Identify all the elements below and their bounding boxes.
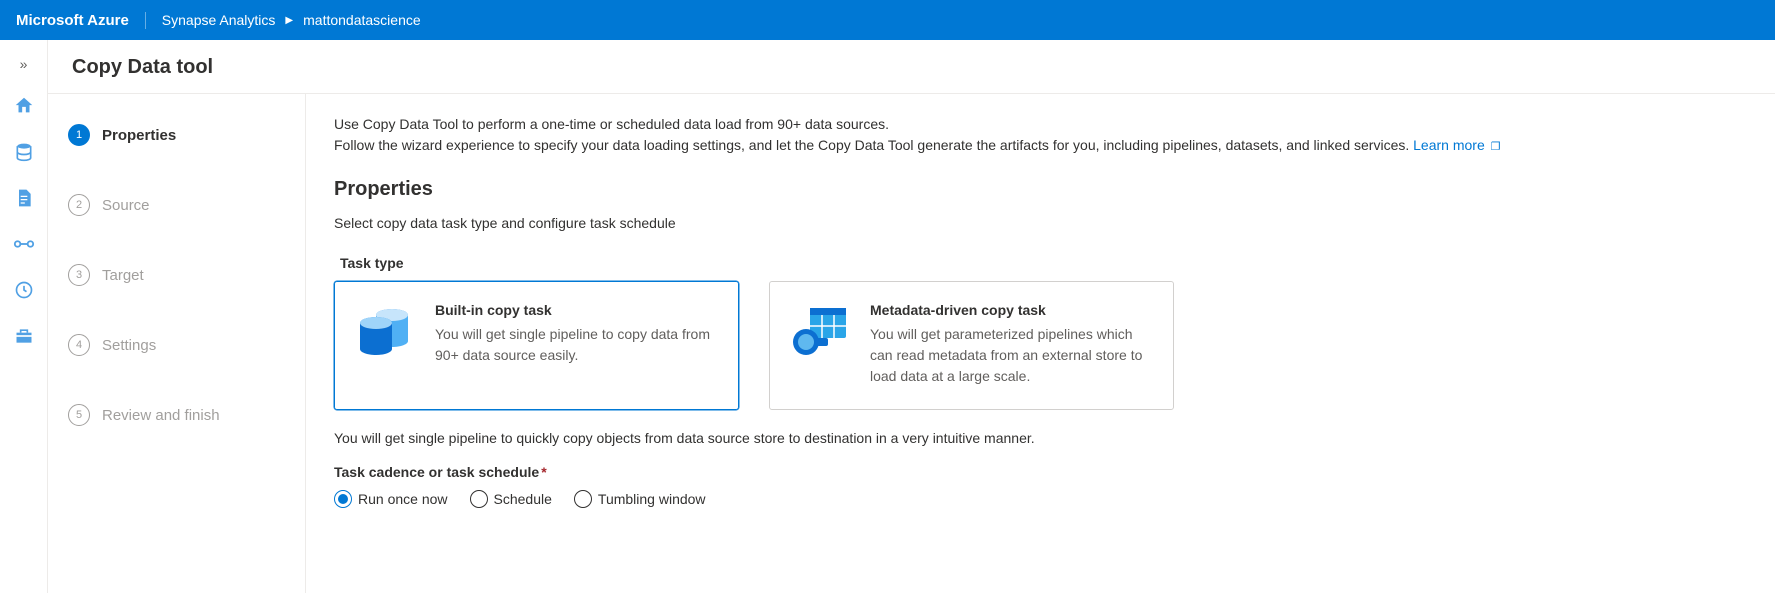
intro-line-1: Use Copy Data Tool to perform a one-time… (334, 114, 1755, 135)
radio-label: Run once now (358, 491, 448, 507)
task-card-metadata[interactable]: Metadata-driven copy task You will get p… (769, 281, 1174, 410)
radio-label: Tumbling window (598, 491, 706, 507)
step-label: Settings (102, 337, 156, 354)
sidebar-nav: » (0, 40, 48, 593)
monitor-icon[interactable] (12, 278, 36, 302)
step-number: 3 (68, 264, 90, 286)
wizard-steps: 1 Properties 2 Source 3 Target 4 Setting… (48, 94, 306, 593)
wizard-step-target[interactable]: 3 Target (68, 258, 289, 292)
collapse-menu-icon[interactable]: » (20, 56, 28, 72)
pipeline-icon[interactable] (12, 232, 36, 256)
step-label: Target (102, 267, 144, 284)
step-label: Review and finish (102, 407, 220, 424)
section-heading: Properties (334, 178, 1755, 201)
intro-line-2: Follow the wizard experience to specify … (334, 135, 1755, 156)
task-card-desc: You will get single pipeline to copy dat… (435, 324, 718, 366)
task-card-builtin[interactable]: Built-in copy task You will get single p… (334, 281, 739, 410)
radio-icon (470, 490, 488, 508)
step-number: 4 (68, 334, 90, 356)
metadata-pipeline-icon (790, 302, 850, 362)
radio-tumbling-window[interactable]: Tumbling window (574, 490, 706, 508)
radio-schedule[interactable]: Schedule (470, 490, 552, 508)
radio-run-once-now[interactable]: Run once now (334, 490, 448, 508)
document-icon[interactable] (12, 186, 36, 210)
task-type-cards: Built-in copy task You will get single p… (334, 281, 1755, 410)
breadcrumb-item-0[interactable]: Synapse Analytics (162, 12, 276, 28)
radio-icon (334, 490, 352, 508)
cadence-radio-group: Run once now Schedule Tumbling window (334, 490, 1755, 508)
learn-more-link[interactable]: Learn more ❐ (1413, 137, 1500, 153)
chevron-right-icon: ▶ (285, 15, 293, 26)
wizard-step-properties[interactable]: 1 Properties (68, 118, 289, 152)
intro-text-2: Follow the wizard experience to specify … (334, 137, 1413, 153)
content-body: Use Copy Data Tool to perform a one-time… (306, 94, 1775, 593)
step-number: 5 (68, 404, 90, 426)
step-label: Source (102, 197, 150, 214)
required-asterisk: * (541, 464, 546, 480)
task-type-label: Task type (340, 255, 1755, 271)
section-subtext: Select copy data task type and configure… (334, 215, 1755, 231)
radio-icon (574, 490, 592, 508)
task-helper-text: You will get single pipeline to quickly … (334, 430, 1755, 446)
database-icon[interactable] (12, 140, 36, 164)
task-card-title: Metadata-driven copy task (870, 302, 1153, 318)
home-icon[interactable] (12, 94, 36, 118)
step-number: 2 (68, 194, 90, 216)
toolbox-icon[interactable] (12, 324, 36, 348)
wizard-step-source[interactable]: 2 Source (68, 188, 289, 222)
step-number: 1 (68, 124, 90, 146)
breadcrumb-item-1[interactable]: mattondatascience (303, 12, 421, 28)
external-link-icon: ❐ (1491, 141, 1501, 153)
wizard-step-settings[interactable]: 4 Settings (68, 328, 289, 362)
wizard-step-review[interactable]: 5 Review and finish (68, 398, 289, 432)
page-title: Copy Data tool (72, 56, 1751, 79)
radio-label: Schedule (494, 491, 552, 507)
top-bar: Microsoft Azure Synapse Analytics ▶ matt… (0, 0, 1775, 40)
brand-label[interactable]: Microsoft Azure (16, 12, 146, 29)
task-card-title: Built-in copy task (435, 302, 718, 318)
step-label: Properties (102, 127, 176, 144)
database-copy-icon (355, 302, 415, 362)
task-card-desc: You will get parameterized pipelines whi… (870, 324, 1153, 387)
cadence-label: Task cadence or task schedule* (334, 464, 1755, 480)
cadence-label-text: Task cadence or task schedule (334, 464, 539, 480)
learn-more-label: Learn more (1413, 137, 1485, 153)
page-title-bar: Copy Data tool (48, 40, 1775, 93)
